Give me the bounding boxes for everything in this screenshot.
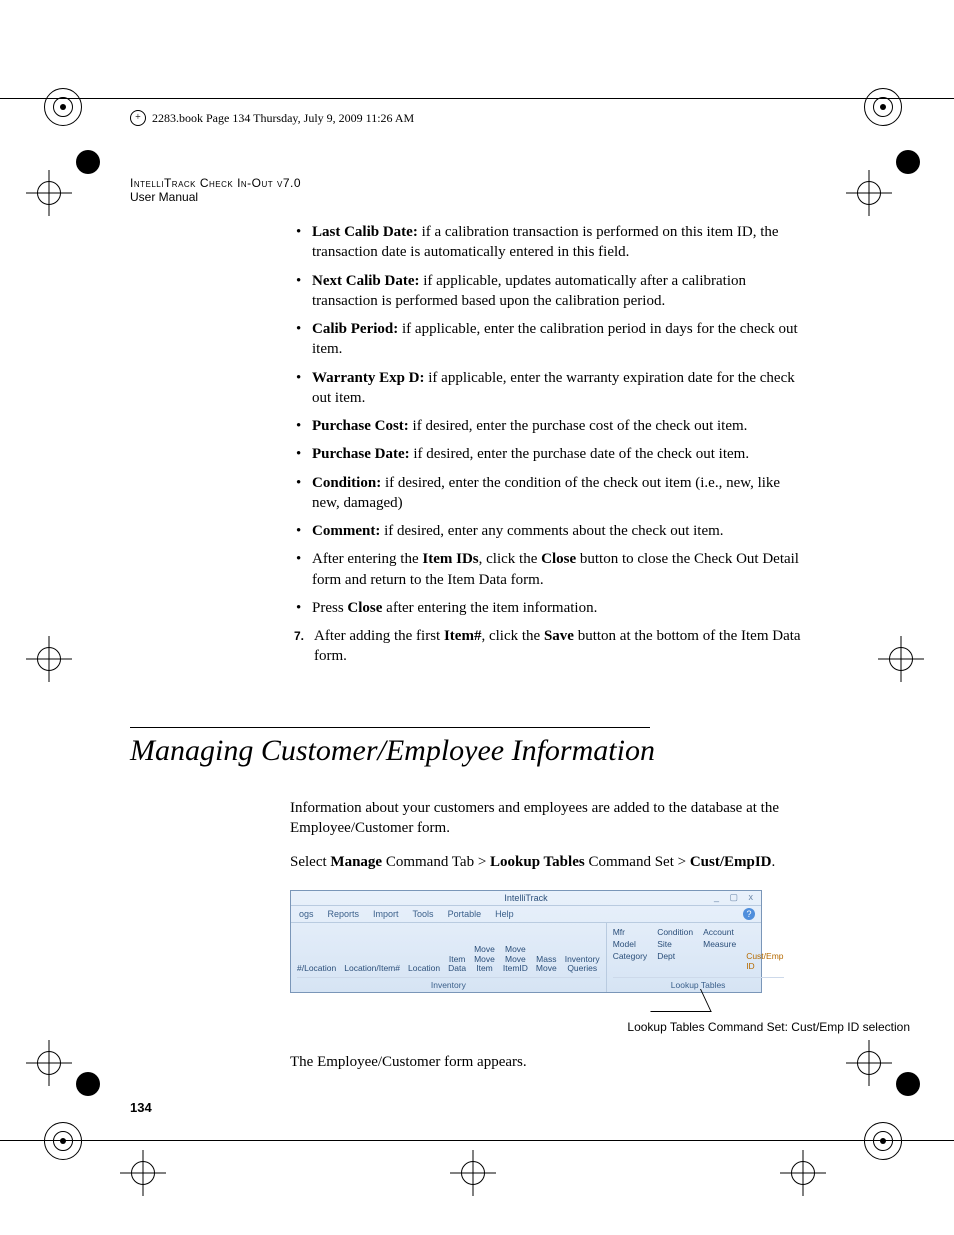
- crosshair-mark: [846, 1040, 892, 1086]
- ribbon-command[interactable]: Inventory Queries: [565, 955, 600, 974]
- lookup-commands-grid: Mfr Condition Account Model Site Measure Categ…: [613, 927, 784, 973]
- definition-bullet: Warranty Exp D: if applicable, enter the…: [290, 368, 810, 409]
- ribbon-command[interactable]: Mass Move: [536, 955, 557, 974]
- window-title: IntelliTrack: [504, 893, 547, 903]
- help-icon: ?: [743, 908, 755, 920]
- ribbon-groups: #/Location Location/Item# Location Item Dat…: [291, 923, 761, 992]
- figure-caption: Lookup Tables Command Set: Cust/Emp ID s…: [290, 1020, 910, 1034]
- callout-leader-line: [640, 989, 712, 1012]
- definition-bullet: Purchase Date: if desired, enter the pur…: [290, 444, 810, 464]
- section-divider: [130, 727, 650, 728]
- inventory-group: #/Location Location/Item# Location Item Dat…: [291, 923, 607, 992]
- ribbon-tab[interactable]: Reports: [328, 909, 360, 919]
- section-intro-paragraph: Information about your customers and emp…: [290, 798, 810, 839]
- crosshair-mark: [450, 1150, 496, 1196]
- framemaker-header: 2283.book Page 134 Thursday, July 9, 200…: [130, 110, 830, 126]
- definition-bullet: Condition: if desired, enter the conditi…: [290, 473, 810, 514]
- ribbon-tab[interactable]: ogs: [299, 909, 314, 919]
- ribbon-tab[interactable]: Tools: [413, 909, 434, 919]
- product-title: IntelliTrack Check In-Out v7.0: [130, 176, 830, 190]
- page-number: 134: [130, 1100, 152, 1115]
- framemaker-header-text: 2283.book Page 134 Thursday, July 9, 200…: [152, 111, 414, 126]
- registration-dot: [76, 1072, 100, 1096]
- ribbon-command[interactable]: Site: [657, 939, 693, 949]
- crosshair-mark: [120, 1150, 166, 1196]
- ribbon-tab[interactable]: Portable: [448, 909, 482, 919]
- ribbon-command: [746, 939, 783, 949]
- ribbon-command[interactable]: Item Data: [448, 955, 466, 974]
- instruction-bullet: After entering the Item IDs, click the C…: [290, 549, 810, 590]
- header-target-icon: [130, 110, 146, 126]
- ribbon-command: [746, 927, 783, 937]
- window-control-buttons: _ ▢ x: [714, 892, 757, 903]
- registration-mark: [864, 1122, 902, 1160]
- crop-line-top: [0, 98, 954, 99]
- body-column: Last Calib Date: if a calibration transa…: [290, 222, 810, 667]
- crosshair-mark: [26, 170, 72, 216]
- ribbon-command[interactable]: Location: [408, 964, 440, 973]
- ribbon-screenshot-figure: IntelliTrack _ ▢ x ogs Reports Import Tools…: [290, 890, 810, 1012]
- ribbon-bar: IntelliTrack _ ▢ x ogs Reports Import Tools…: [290, 890, 762, 993]
- ribbon-tab-strip: ogs Reports Import Tools Portable Help?: [291, 906, 761, 923]
- step-7: 7. After adding the first Item#, click t…: [290, 626, 810, 667]
- lookup-tables-group: Mfr Condition Account Model Site Measure Categ…: [607, 923, 790, 992]
- running-header: IntelliTrack Check In-Out v7.0 User Manu…: [130, 176, 830, 204]
- page-content: 2283.book Page 134 Thursday, July 9, 200…: [130, 110, 830, 1087]
- ribbon-command[interactable]: Move Move ItemID: [503, 945, 528, 973]
- step-number: 7.: [290, 626, 304, 667]
- registration-mark: [864, 88, 902, 126]
- definition-bullet: Comment: if desired, enter any comments …: [290, 521, 810, 541]
- definition-bullet: Next Calib Date: if applicable, updates …: [290, 271, 810, 312]
- ribbon-command[interactable]: Model: [613, 939, 648, 949]
- definition-bullet: Purchase Cost: if desired, enter the pur…: [290, 416, 810, 436]
- ribbon-command: [703, 951, 736, 971]
- crosshair-mark: [26, 636, 72, 682]
- crosshair-mark: [780, 1150, 826, 1196]
- ribbon-command[interactable]: Move Move Item: [474, 945, 495, 973]
- inventory-commands-row: #/Location Location/Item# Location Item Dat…: [297, 927, 600, 973]
- window-titlebar: IntelliTrack _ ▢ x: [291, 891, 761, 906]
- ribbon-command[interactable]: Measure: [703, 939, 736, 949]
- registration-dot: [896, 150, 920, 174]
- registration-dot: [896, 1072, 920, 1096]
- section-body: Information about your customers and emp…: [290, 798, 810, 1073]
- crop-line-bottom: [0, 1140, 954, 1141]
- ribbon-command[interactable]: Mfr: [613, 927, 648, 937]
- crosshair-mark: [846, 170, 892, 216]
- ribbon-command[interactable]: Location/Item#: [344, 964, 400, 973]
- registration-mark: [44, 1122, 82, 1160]
- doc-subtitle: User Manual: [130, 190, 830, 204]
- result-paragraph: The Employee/Customer form appears.: [290, 1052, 810, 1072]
- inventory-group-label: Inventory: [297, 977, 600, 990]
- definition-bullet: Last Calib Date: if a calibration transa…: [290, 222, 810, 263]
- cust-emp-id-command[interactable]: Cust/Emp ID: [746, 951, 783, 971]
- ribbon-tab[interactable]: Help: [495, 909, 514, 919]
- crosshair-mark: [26, 1040, 72, 1086]
- instruction-bullet: Press Close after entering the item info…: [290, 598, 810, 618]
- ribbon-command[interactable]: Category: [613, 951, 648, 971]
- ribbon-command[interactable]: #/Location: [297, 964, 336, 973]
- crosshair-mark: [878, 636, 924, 682]
- field-definitions-list: Last Calib Date: if a calibration transa…: [290, 222, 810, 618]
- registration-dot: [76, 150, 100, 174]
- ribbon-command[interactable]: Condition: [657, 927, 693, 937]
- ribbon-tab[interactable]: Import: [373, 909, 399, 919]
- definition-bullet: Calib Period: if applicable, enter the c…: [290, 319, 810, 360]
- registration-mark: [44, 88, 82, 126]
- navigation-instruction: Select Manage Command Tab > Lookup Table…: [290, 852, 810, 872]
- ribbon-command[interactable]: Account: [703, 927, 736, 937]
- step-text: After adding the first Item#, click the …: [314, 626, 810, 667]
- section-heading: Managing Customer/Employee Information: [130, 734, 830, 768]
- ribbon-command[interactable]: Dept: [657, 951, 693, 971]
